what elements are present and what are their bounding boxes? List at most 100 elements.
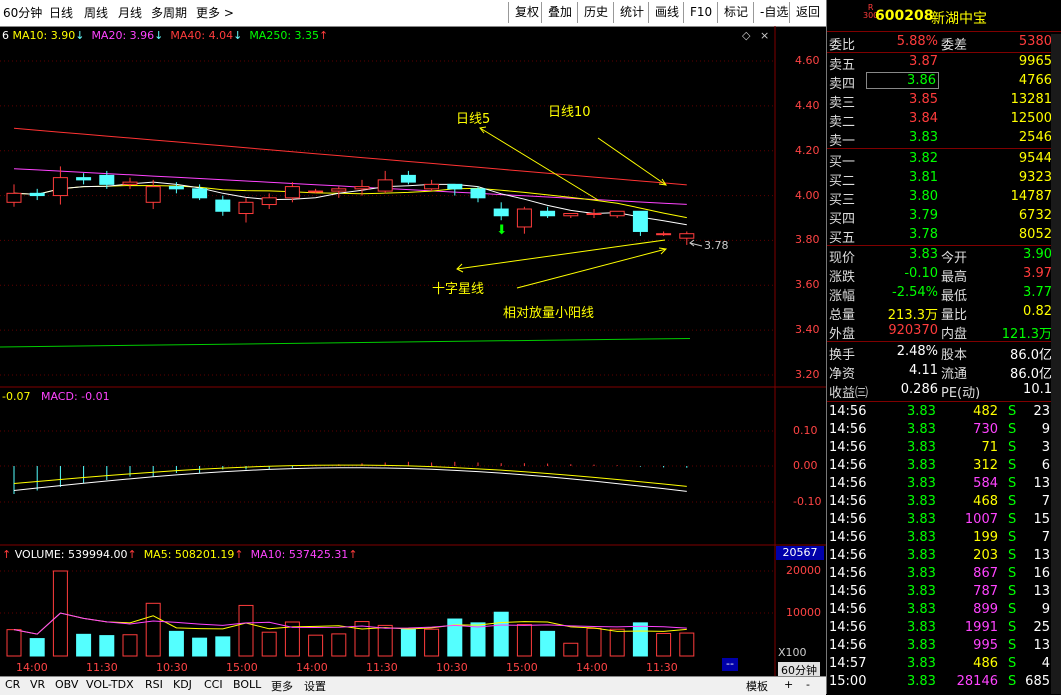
tick-count: 685	[1025, 674, 1050, 689]
tick-count: 13	[1033, 548, 1050, 563]
candle-body	[447, 183, 463, 190]
tick-volume: 312	[973, 458, 998, 473]
tick-row: 14:56 3.83 899 S 9	[827, 602, 1061, 620]
bid-volume: 9323	[1018, 170, 1052, 185]
kline-chart-area: ⬇ 6 MA10: 3.90↓ MA20: 3.96↓ MA40: 4.04↓ …	[0, 26, 826, 678]
tick-volume: 867	[973, 566, 998, 581]
candle-body	[563, 213, 579, 217]
macd-tick-label: -0.10	[793, 495, 822, 508]
stat-label: 今开	[941, 251, 968, 266]
candle-body	[424, 183, 440, 190]
tab-weekly[interactable]: 周线	[84, 4, 108, 21]
tab-vr[interactable]: VR	[30, 678, 45, 691]
candle-body	[400, 174, 416, 183]
stat-label: 换手	[829, 348, 856, 363]
stat-row: 总量 213.3万 量比 0.82	[827, 304, 1061, 323]
stat-value: -2.54%	[892, 285, 938, 300]
candle-body	[540, 210, 556, 217]
tab-obv[interactable]: OBV	[55, 678, 78, 691]
quote-scrollbar[interactable]	[1051, 34, 1061, 694]
tick-row: 15:00 3.83 28146 S 685	[827, 674, 1061, 692]
close-icon[interactable]: ×	[760, 29, 769, 42]
bid-label: 买三	[829, 193, 856, 208]
bid-price: 3.82	[909, 151, 938, 166]
volume-bar	[308, 634, 324, 657]
tick-count: 4	[1041, 656, 1050, 671]
bid-row: 买一 3.82 9544	[827, 151, 1061, 170]
candle-body	[145, 186, 161, 203]
volume-ma10-line	[13, 612, 687, 635]
tick-volume: 584	[973, 476, 998, 491]
ask-volume: 12500	[1010, 111, 1052, 126]
back-button[interactable]: 返回	[789, 2, 826, 23]
bid-label: 买四	[829, 212, 856, 227]
mark-button[interactable]: 标记	[717, 2, 754, 23]
stat-row: 涨跌 -0.10 最高 3.97	[827, 266, 1061, 285]
price-tick-label: 4.20	[795, 143, 820, 157]
history-button[interactable]: 历史	[577, 2, 614, 23]
ask-price: 3.83	[909, 130, 938, 145]
candle-body	[470, 188, 486, 199]
tab-vol-tdx[interactable]: VOL-TDX	[86, 678, 134, 691]
tick-row: 14:56 3.83 468 S 7	[827, 494, 1061, 512]
dea-line	[13, 464, 687, 487]
tick-price: 3.83	[907, 494, 936, 509]
zoom-in-button[interactable]: +	[784, 678, 793, 691]
tick-volume: 199	[973, 530, 998, 545]
bid-price: 3.78	[909, 227, 938, 242]
tick-row: 14:56 3.83 867 S 16	[827, 566, 1061, 584]
stat-row: 涨幅 -2.54% 最低 3.77	[827, 285, 1061, 304]
kline-chart-svg[interactable]: ⬇	[0, 26, 826, 676]
macd-tick-label: 0.00	[793, 459, 818, 472]
tick-side: S	[1008, 494, 1017, 509]
fuquan-button[interactable]: 复权	[508, 2, 545, 23]
tab-rsi[interactable]: RSI	[145, 678, 163, 691]
tick-price: 3.83	[907, 620, 936, 635]
stock-code: 600208	[875, 8, 934, 24]
bid-volume: 14787	[1010, 189, 1052, 204]
indicator-tab-bar: CR VR OBV VOL-TDX RSI KDJ CCI BOLL 更多 设置…	[0, 676, 826, 695]
tab-cci[interactable]: CCI	[204, 678, 223, 691]
tick-time: 14:56	[829, 602, 867, 617]
stat-label: 量比	[941, 308, 968, 323]
tab-monthly[interactable]: 月线	[118, 4, 142, 21]
tick-time: 15:00	[829, 674, 867, 689]
tab-more[interactable]: 更多 >	[196, 4, 234, 21]
tab-more-indicators[interactable]: 更多	[271, 678, 293, 694]
volume-bar	[261, 631, 277, 657]
tick-side: S	[1008, 566, 1017, 581]
stat-label: 净资	[829, 367, 856, 382]
tab-kdj[interactable]: KDJ	[173, 678, 192, 691]
stats-button[interactable]: 统计	[613, 2, 650, 23]
draw-button[interactable]: 画线	[648, 2, 685, 23]
zoom-out-button[interactable]: -	[806, 678, 810, 691]
tick-side: S	[1008, 512, 1017, 527]
template-button[interactable]: 模板	[746, 678, 768, 694]
tab-60min[interactable]: 60分钟	[3, 4, 42, 21]
tab-multi-period[interactable]: 多周期	[151, 4, 187, 21]
tick-row: 14:56 3.83 312 S 6	[827, 458, 1061, 476]
overlay-button[interactable]: 叠加	[541, 2, 578, 23]
tab-settings[interactable]: 设置	[304, 678, 326, 694]
stat-label: 外盘	[829, 327, 856, 342]
diamond-icon[interactable]: ◇	[742, 29, 750, 42]
tick-row: 14:56 3.83 1991 S 25	[827, 620, 1061, 638]
stat-value: 4.11	[909, 363, 938, 378]
f10-button[interactable]: F10	[683, 2, 718, 23]
stat-label: 现价	[829, 251, 856, 266]
tick-time: 14:56	[829, 584, 867, 599]
scroll-indicator[interactable]: --	[722, 658, 738, 671]
tick-side: S	[1008, 656, 1017, 671]
tick-side: S	[1008, 584, 1017, 599]
tick-time: 14:56	[829, 530, 867, 545]
tab-daily[interactable]: 日线	[49, 4, 73, 21]
tab-cr[interactable]: CR	[5, 678, 20, 691]
volume-bar	[424, 628, 440, 657]
stat-value: 3.90	[1023, 247, 1052, 262]
ask-label: 卖二	[829, 115, 856, 130]
tab-boll[interactable]: BOLL	[233, 678, 261, 691]
volume-bar	[609, 628, 625, 657]
tick-side: S	[1008, 404, 1017, 419]
volume-bar	[377, 624, 393, 657]
tick-row: 14:56 3.83 482 S 23	[827, 404, 1061, 422]
